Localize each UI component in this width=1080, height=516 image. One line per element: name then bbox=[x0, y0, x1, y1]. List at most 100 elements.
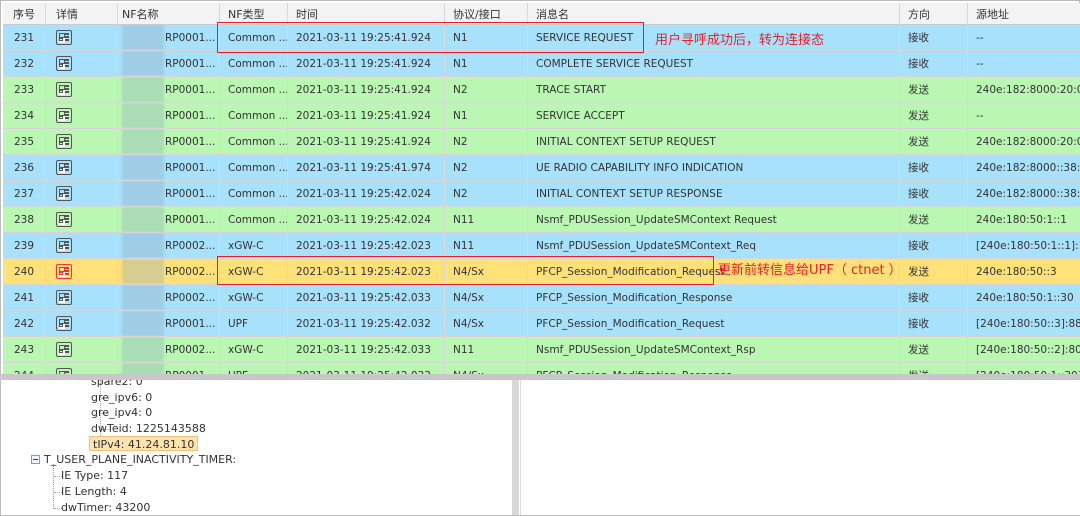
table-row[interactable]: 234 RP0001... Common ... 2021-03-11 19:2… bbox=[3, 103, 1080, 129]
table-row[interactable]: 242 RP0001... UPF 2021-03-11 19:25:42.03… bbox=[3, 311, 1080, 337]
source-address: -- bbox=[976, 109, 984, 122]
table-row[interactable]: 237 RP0001... Common ... 2021-03-11 19:2… bbox=[3, 181, 1080, 207]
protocol: N11 bbox=[445, 337, 528, 362]
col-header-detail[interactable]: 详情 bbox=[46, 3, 118, 24]
tree-leaf[interactable]: spare2: 0 bbox=[91, 380, 143, 389]
protocol: N4/Sx bbox=[445, 363, 528, 374]
source-address: 240e:182:8000:20:0:3 bbox=[976, 83, 1080, 96]
annotation-box-2 bbox=[217, 256, 714, 285]
table-row[interactable]: 235 RP0001... Common ... 2021-03-11 19:2… bbox=[3, 129, 1080, 155]
redacted-block bbox=[122, 311, 164, 336]
tree-leaf[interactable]: tIPv4: 41.24.81.10 bbox=[89, 436, 199, 451]
row-no: 231 bbox=[3, 25, 46, 50]
nf-name: RP0001... bbox=[165, 57, 216, 70]
protocol: N11 bbox=[445, 207, 528, 232]
detail-list-icon[interactable] bbox=[56, 342, 72, 357]
col-header-no[interactable]: 序号 bbox=[3, 3, 46, 24]
message-name: INITIAL CONTEXT SETUP RESPONSE bbox=[528, 181, 900, 206]
detail-list-icon[interactable] bbox=[56, 212, 72, 227]
protocol: N2 bbox=[445, 77, 528, 102]
message-name: Nsmf_PDUSession_UpdateSMContext Request bbox=[528, 207, 900, 232]
col-header-source[interactable]: 源地址 bbox=[968, 3, 1080, 24]
annotation-box-1 bbox=[217, 22, 644, 53]
direction: 接收 bbox=[900, 285, 968, 310]
redacted-block bbox=[122, 207, 164, 232]
detail-button[interactable] bbox=[46, 25, 118, 50]
direction: 发送 bbox=[900, 77, 968, 102]
table-row[interactable]: 244 RP0001... UPF 2021-03-11 19:25:42.03… bbox=[3, 363, 1080, 374]
detail-list-icon[interactable] bbox=[56, 134, 72, 149]
table-row[interactable]: 243 RP0002... xGW-C 2021-03-11 19:25:42.… bbox=[3, 337, 1080, 363]
annotation-text-2: 更新前转信息给UPF（ ctnet ） bbox=[718, 263, 902, 278]
nf-name-cell: RP0001... bbox=[118, 311, 220, 336]
detail-button[interactable] bbox=[46, 285, 118, 310]
source-address: 240e:182:8000::38:0:1 bbox=[976, 161, 1080, 174]
nf-name: RP0001... bbox=[165, 31, 216, 44]
collapse-icon[interactable] bbox=[31, 455, 40, 464]
message-name: INITIAL CONTEXT SETUP REQUEST bbox=[528, 129, 900, 154]
table-row[interactable]: 241 RP0002... xGW-C 2021-03-11 19:25:42.… bbox=[3, 285, 1080, 311]
col-header-direction[interactable]: 方向 bbox=[900, 3, 968, 24]
message-table: 序号 详情 NF名称 NF类型 时间 协议/接口 消息名 方向 源地址 231 … bbox=[3, 3, 1080, 374]
nf-name: RP0001... bbox=[165, 213, 216, 226]
tree-leaf[interactable]: gre_ipv4: 0 bbox=[91, 405, 152, 420]
time: 2021-03-11 19:25:42.024 bbox=[288, 181, 445, 206]
detail-tree: spare2: 0 gre_ipv6: 0 gre_ipv4: 0 dwTeid: 1… bbox=[0, 380, 512, 515]
row-no: 237 bbox=[3, 181, 46, 206]
detail-button[interactable] bbox=[46, 233, 118, 258]
detail-list-icon[interactable] bbox=[56, 30, 72, 45]
direction: 发送 bbox=[900, 129, 968, 154]
tree-scrollbar[interactable] bbox=[512, 380, 519, 515]
detail-list-icon[interactable] bbox=[56, 264, 72, 279]
direction: 发送 bbox=[900, 259, 968, 284]
detail-button[interactable] bbox=[46, 77, 118, 102]
tree-node-inactivity-timer[interactable]: T_USER_PLANE_INACTIVITY_TIMER: bbox=[44, 452, 236, 467]
detail-list-icon[interactable] bbox=[56, 186, 72, 201]
table-row[interactable]: 232 RP0001... Common ... 2021-03-11 19:2… bbox=[3, 51, 1080, 77]
detail-button[interactable] bbox=[46, 129, 118, 154]
col-header-message[interactable]: 消息名 bbox=[528, 3, 900, 24]
detail-button[interactable] bbox=[46, 259, 118, 284]
row-no: 240 bbox=[3, 259, 46, 284]
tree-leaf[interactable]: gre_ipv6: 0 bbox=[91, 390, 152, 405]
col-header-nf-type[interactable]: NF类型 bbox=[220, 3, 288, 24]
time: 2021-03-11 19:25:41.924 bbox=[288, 77, 445, 102]
tree-leaf[interactable]: IE Length: 4 bbox=[61, 484, 127, 499]
direction: 接收 bbox=[900, 25, 968, 50]
tree-leaf[interactable]: dwTimer: 43200 bbox=[61, 500, 150, 515]
detail-button[interactable] bbox=[46, 155, 118, 180]
table-row[interactable]: 233 RP0001... Common ... 2021-03-11 19:2… bbox=[3, 77, 1080, 103]
detail-button[interactable] bbox=[46, 337, 118, 362]
detail-button[interactable] bbox=[46, 51, 118, 76]
detail-list-icon[interactable] bbox=[56, 56, 72, 71]
redacted-block bbox=[122, 77, 164, 102]
col-header-time[interactable]: 时间 bbox=[288, 3, 445, 24]
redacted-block bbox=[122, 155, 164, 180]
nf-name-cell: RP0001... bbox=[118, 51, 220, 76]
detail-button[interactable] bbox=[46, 207, 118, 232]
detail-button[interactable] bbox=[46, 311, 118, 336]
detail-list-icon[interactable] bbox=[56, 316, 72, 331]
col-header-protocol[interactable]: 协议/接口 bbox=[445, 3, 528, 24]
detail-list-icon[interactable] bbox=[56, 290, 72, 305]
nf-name: RP0002... bbox=[165, 291, 216, 304]
tree-leaf[interactable]: dwTeid: 1225143588 bbox=[91, 421, 206, 436]
table-row[interactable]: 238 RP0001... Common ... 2021-03-11 19:2… bbox=[3, 207, 1080, 233]
nf-type: xGW-C bbox=[220, 337, 288, 362]
nf-type: xGW-C bbox=[220, 285, 288, 310]
row-no: 232 bbox=[3, 51, 46, 76]
col-header-nf-name[interactable]: NF名称 bbox=[118, 3, 220, 24]
detail-button[interactable] bbox=[46, 103, 118, 128]
table-row[interactable]: 236 RP0001... Common ... 2021-03-11 19:2… bbox=[3, 155, 1080, 181]
right-pane bbox=[520, 380, 1080, 515]
detail-button[interactable] bbox=[46, 181, 118, 206]
nf-type: UPF bbox=[220, 363, 288, 374]
direction: 发送 bbox=[900, 363, 968, 374]
direction: 接收 bbox=[900, 155, 968, 180]
detail-list-icon[interactable] bbox=[56, 108, 72, 123]
tree-leaf[interactable]: IE Type: 117 bbox=[61, 468, 128, 483]
detail-list-icon[interactable] bbox=[56, 82, 72, 97]
detail-list-icon[interactable] bbox=[56, 160, 72, 175]
detail-button[interactable] bbox=[46, 363, 118, 374]
detail-list-icon[interactable] bbox=[56, 238, 72, 253]
